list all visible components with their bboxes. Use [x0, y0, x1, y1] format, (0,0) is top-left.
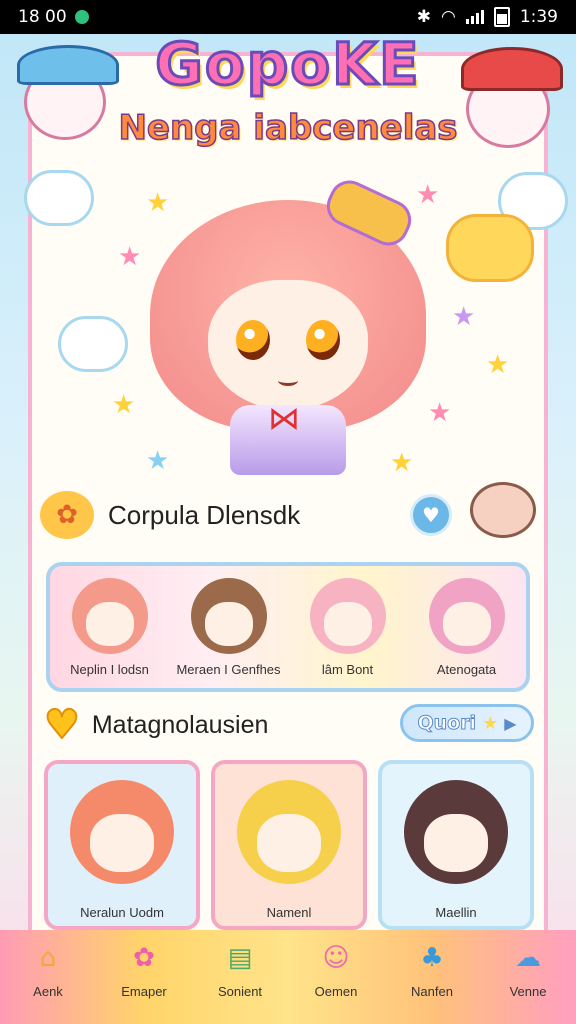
nav-label: Venne [509, 984, 547, 999]
star-icon: ★ [112, 390, 136, 420]
nav-label: Oemen [314, 984, 358, 999]
cat-icon: ♣ [420, 943, 444, 973]
battery-icon [493, 7, 510, 27]
status-clock: 1:39 [519, 7, 558, 27]
gallery-card-3[interactable]: Maellin [378, 760, 534, 930]
status-bar: 18 00 ✱ ◠ 1:39 [0, 0, 576, 34]
smile-icon: ☺ [322, 943, 350, 973]
notification-icon [74, 10, 89, 24]
cloud-icon [58, 316, 128, 372]
house-icon: ⌂ [39, 943, 57, 973]
gallery-header: ♥ Matagnolausien Quori ★ ▶ [43, 700, 534, 750]
avatar [404, 780, 508, 884]
character-item-4[interactable]: Atenogata [412, 577, 522, 677]
character-row: Neplin I lodsn Meraen I Genfhes lâm Bont… [46, 562, 530, 692]
nav-item-sonient[interactable]: ▤ Sonient [195, 936, 285, 999]
quori-button-label: Quori [417, 712, 477, 735]
nav-item-nanfen[interactable]: ♣ Nanfen [387, 936, 477, 999]
nav-item-emaper[interactable]: ✿ Emaper [99, 936, 189, 999]
app-title: GopoKE [154, 29, 421, 100]
nav-label: Nanfen [411, 984, 453, 999]
star-icon: ★ [482, 712, 499, 734]
star-icon: ★ [452, 302, 476, 332]
nav-label: Emaper [121, 984, 167, 999]
nav-item-oemen[interactable]: ☺ Oemen [291, 936, 381, 999]
star-icon: ★ [428, 398, 452, 428]
app-subtitle: Nenga iabcenelas [118, 107, 459, 149]
quori-button[interactable]: Quori ★ ▶ [400, 704, 534, 742]
cloud-icon: ☁ [515, 943, 541, 973]
nav-label: Aenk [33, 984, 63, 999]
bow-icon: ⋈ [268, 399, 300, 437]
yellow-cloud-icon [446, 214, 534, 282]
character-item-2[interactable]: Meraen I Genfhes [174, 577, 284, 677]
character-item-1[interactable]: Neplin I lodsn [55, 577, 165, 677]
heart-icon: ♥ [43, 701, 81, 749]
nav-item-aenk[interactable]: ⌂ Aenk [3, 936, 93, 999]
card-label: Namenl [266, 905, 312, 920]
play-arrow-icon: ▶ [504, 713, 517, 733]
avatar [71, 577, 148, 654]
avatar [190, 577, 267, 654]
avatar [70, 780, 174, 884]
avatar [428, 577, 505, 654]
bluetooth-icon: ✱ [416, 7, 431, 27]
gallery-cards: Neralun Uodm Namenl Maellin [44, 760, 534, 930]
card-label: Maellin [435, 905, 477, 920]
cloud-icon [24, 170, 94, 226]
status-time: 18 00 [18, 7, 67, 27]
bottom-nav: ⌂ Aenk ✿ Emaper ▤ Sonient ☺ Oemen ♣ Nanf… [0, 930, 576, 1024]
character-label: lâm Bont [321, 661, 374, 677]
signal-icon [465, 10, 484, 24]
gallery-card-1[interactable]: Neralun Uodm [44, 760, 200, 930]
character-label: Meraen I Genfhes [176, 661, 281, 677]
gallery-card-2[interactable]: Namenl [211, 760, 367, 930]
gallery-title: Matagnolausien [91, 710, 269, 739]
nav-label: Sonient [217, 984, 263, 999]
nav-item-venne[interactable]: ☁ Venne [483, 936, 573, 999]
card-label: Neralun Uodm [80, 905, 164, 920]
hero-character-illustration: ⋈ [150, 173, 426, 480]
character-label: Atenogata [436, 661, 497, 677]
star-icon: ★ [118, 242, 142, 272]
tablet-icon: ▤ [227, 943, 253, 973]
character-label: Neplin I lodsn [70, 661, 149, 677]
favorite-toggle[interactable]: ♥ [410, 494, 452, 536]
blob-icon: ✿ [133, 943, 155, 973]
avatar [237, 780, 341, 884]
kitty-mascot-icon [470, 482, 536, 538]
wifi-icon: ◠ [440, 7, 456, 27]
favorites-header: ✿ Corpula Dlensdk ♥ [40, 482, 536, 542]
favorites-title: Corpula Dlensdk [108, 499, 301, 530]
avatar [309, 577, 386, 654]
character-item-3[interactable]: lâm Bont [293, 577, 403, 677]
star-icon: ★ [486, 350, 510, 380]
chick-icon: ✿ [40, 491, 94, 539]
